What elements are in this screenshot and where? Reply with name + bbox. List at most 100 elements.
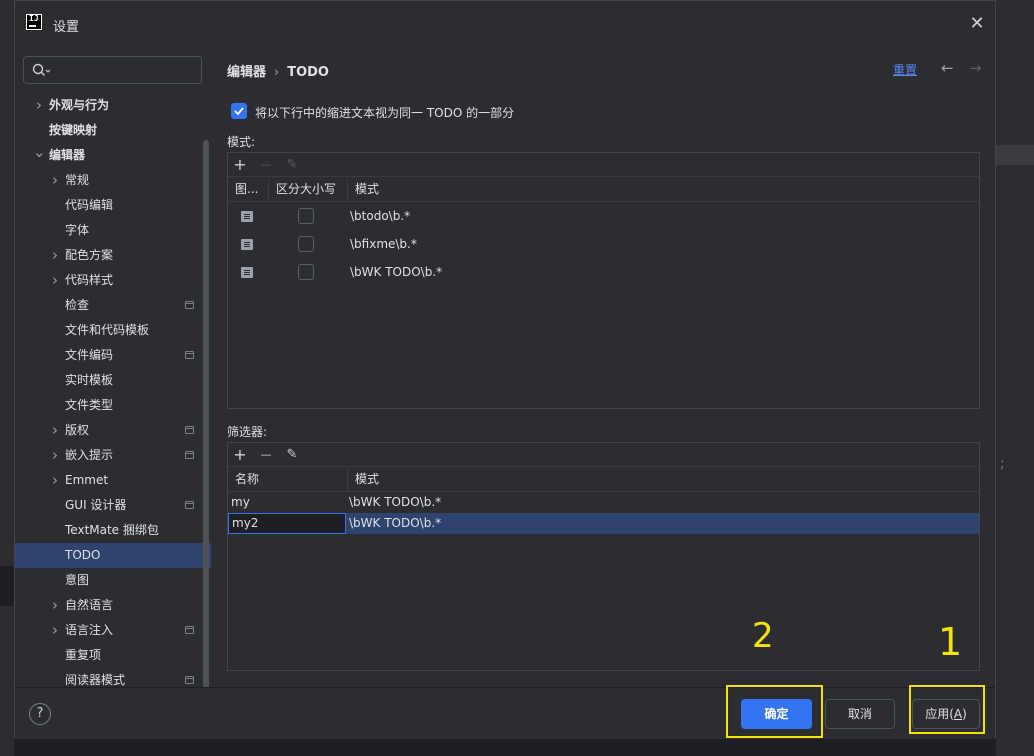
- back-arrow-icon[interactable]: ←: [941, 59, 954, 77]
- sidebar-item[interactable]: 检查: [15, 293, 211, 318]
- edit-filter-button[interactable]: ✎: [282, 445, 302, 465]
- sidebar-item[interactable]: › 自然语言: [15, 593, 211, 618]
- filters-label: 筛选器:: [227, 425, 268, 439]
- chevron-right-icon[interactable]: ›: [49, 243, 61, 268]
- project-scope-icon: [185, 501, 194, 509]
- settings-tree: › 外观与行为 按键映射 ⌄ 编辑器 › 常规 代码编辑 字体 › 配色方案 › 代码样式 检查 文件和代码…: [15, 93, 211, 687]
- column-pattern[interactable]: 模式: [347, 177, 981, 202]
- sidebar-item-label: 重复项: [65, 648, 102, 662]
- multiline-todo-label: 将以下行中的缩进文本视为同一 TODO 的一部分: [255, 106, 515, 120]
- sidebar-item-label: TextMate 捆绑包: [65, 523, 159, 537]
- chevron-right-icon[interactable]: ›: [49, 168, 61, 193]
- chevron-right-icon[interactable]: ›: [49, 593, 61, 618]
- sidebar-item[interactable]: › 版权: [15, 418, 211, 443]
- filter-pattern: \bWK TODO\b.*: [349, 516, 442, 530]
- annotation-number-2: 2: [752, 616, 774, 656]
- search-icon: [32, 63, 51, 76]
- sidebar-item-label: 检查: [65, 298, 90, 312]
- edit-pattern-button[interactable]: ✎: [282, 155, 302, 175]
- pattern-text: \bfixme\b.*: [350, 237, 417, 251]
- column-filter-pattern[interactable]: 模式: [347, 467, 981, 492]
- sidebar-item[interactable]: › 配色方案: [15, 243, 211, 268]
- chevron-right-icon[interactable]: ›: [49, 468, 61, 493]
- background-ide-bottom: [0, 566, 14, 606]
- dialog-footer: ? 确定 取消 应用(A): [15, 687, 995, 739]
- dialog-title: 设置: [53, 20, 80, 35]
- column-icon[interactable]: 图...: [228, 177, 268, 202]
- sidebar-item[interactable]: TODO: [15, 543, 211, 568]
- sidebar-item-label: 实时模板: [65, 373, 114, 387]
- sidebar-item-label: 代码编辑: [65, 198, 114, 212]
- sidebar-item-label: 文件编码: [65, 348, 114, 362]
- add-filter-button[interactable]: +: [230, 445, 250, 465]
- remove-pattern-button[interactable]: —: [256, 155, 276, 175]
- column-case-sensitive[interactable]: 区分大小写: [268, 177, 347, 202]
- filters-table: + — ✎ 名称 模式 my \bWK TODO\b.* my2 \bWK TODO\…: [227, 442, 980, 671]
- sidebar-item[interactable]: 文件编码: [15, 343, 211, 368]
- multiline-todo-checkbox[interactable]: [231, 103, 247, 119]
- filters-header: 名称 模式: [228, 467, 979, 492]
- sidebar-item[interactable]: › 常规: [15, 168, 211, 193]
- forward-arrow-icon[interactable]: →: [969, 59, 982, 77]
- chevron-right-icon[interactable]: ›: [49, 618, 61, 643]
- sidebar-item[interactable]: 字体: [15, 218, 211, 243]
- filter-name: my: [231, 495, 250, 509]
- pattern-row[interactable]: \bfixme\b.*: [228, 230, 979, 258]
- help-icon[interactable]: ?: [29, 703, 51, 725]
- breadcrumb-parent[interactable]: 编辑器: [227, 65, 266, 80]
- chevron-right-icon[interactable]: ›: [49, 268, 61, 293]
- sidebar-item[interactable]: 文件类型: [15, 393, 211, 418]
- chevron-right-icon[interactable]: ›: [33, 93, 45, 118]
- annotation-box-apply: [909, 685, 985, 734]
- project-scope-icon: [185, 676, 194, 684]
- document-icon: [241, 211, 253, 222]
- sidebar-item[interactable]: TextMate 捆绑包: [15, 518, 211, 543]
- cancel-button[interactable]: 取消: [825, 699, 895, 729]
- filter-name-editor[interactable]: my2: [228, 513, 346, 534]
- chevron-down-icon[interactable]: ⌄: [33, 143, 46, 161]
- column-name[interactable]: 名称: [228, 467, 347, 492]
- pattern-row[interactable]: \btodo\b.*: [228, 202, 979, 230]
- sidebar-item[interactable]: 文件和代码模板: [15, 318, 211, 343]
- filter-row[interactable]: my2 \bWK TODO\b.*: [228, 513, 979, 534]
- sidebar-item[interactable]: › 语言注入: [15, 618, 211, 643]
- document-icon: [241, 239, 253, 250]
- sidebar-item[interactable]: 代码编辑: [15, 193, 211, 218]
- sidebar-item-label: 嵌入提示: [65, 448, 114, 462]
- case-sensitive-checkbox[interactable]: [298, 236, 314, 252]
- pattern-row[interactable]: \bWK TODO\b.*: [228, 258, 979, 286]
- chevron-right-icon[interactable]: ›: [49, 418, 61, 443]
- sidebar-item[interactable]: 阅读器模式: [15, 668, 211, 687]
- case-sensitive-checkbox[interactable]: [298, 208, 314, 224]
- sidebar-item-label: 按键映射: [49, 123, 98, 137]
- sidebar-item[interactable]: ⌄ 编辑器: [15, 143, 211, 168]
- project-scope-icon: [185, 426, 194, 434]
- reset-link[interactable]: 重置: [893, 61, 917, 78]
- background-ide-left: [0, 0, 14, 756]
- patterns-toolbar: + — ✎: [228, 153, 979, 177]
- sidebar-item-label: 编辑器: [49, 148, 86, 162]
- patterns-label: 模式:: [227, 135, 256, 149]
- sidebar-item[interactable]: 实时模板: [15, 368, 211, 393]
- sidebar-item-label: 意图: [65, 573, 90, 587]
- sidebar-item[interactable]: 意图: [15, 568, 211, 593]
- sidebar-item[interactable]: › 外观与行为: [15, 93, 211, 118]
- remove-filter-button[interactable]: —: [256, 445, 276, 465]
- sidebar-item[interactable]: 重复项: [15, 643, 211, 668]
- sidebar-item[interactable]: GUI 设计器: [15, 493, 211, 518]
- case-sensitive-checkbox[interactable]: [298, 264, 314, 280]
- intellij-app-icon: IJ: [26, 14, 42, 30]
- sidebar-item[interactable]: › 代码样式: [15, 268, 211, 293]
- sidebar-item[interactable]: 按键映射: [15, 118, 211, 143]
- sidebar-item[interactable]: › Emmet: [15, 468, 211, 493]
- filters-body: my \bWK TODO\b.* my2 \bWK TODO\b.*: [228, 492, 979, 534]
- close-icon[interactable]: ✕: [967, 14, 987, 34]
- add-pattern-button[interactable]: +: [230, 155, 250, 175]
- sidebar-scrollbar[interactable]: [203, 140, 209, 687]
- sidebar-item[interactable]: › 嵌入提示: [15, 443, 211, 468]
- search-input[interactable]: [23, 56, 202, 84]
- document-icon: [241, 267, 253, 278]
- filter-row[interactable]: my \bWK TODO\b.*: [228, 492, 979, 513]
- chevron-right-icon[interactable]: ›: [49, 443, 61, 468]
- settings-dialog: IJ 设置 ✕ › 外观与行为 按键映射 ⌄ 编辑器 › 常规 代码编辑 字体 › 配色方案 › 代码样…: [14, 0, 996, 739]
